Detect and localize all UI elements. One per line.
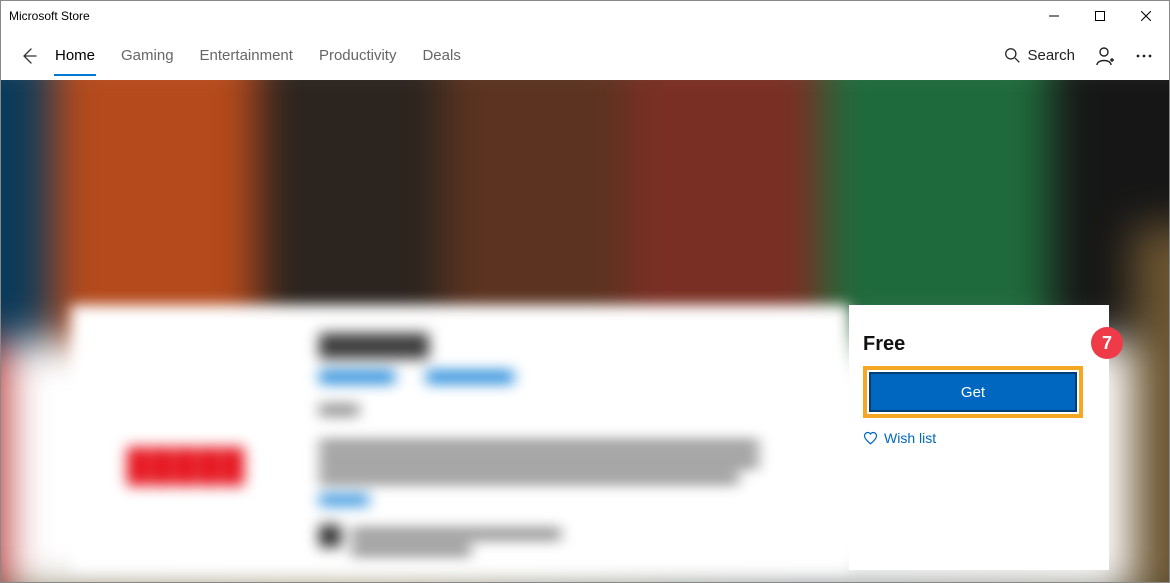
search-icon bbox=[1004, 47, 1021, 64]
app-logo: █████ bbox=[91, 425, 281, 505]
share-link-blurred bbox=[426, 371, 514, 383]
minimize-button[interactable] bbox=[1031, 1, 1077, 31]
get-button[interactable]: Get bbox=[869, 372, 1077, 412]
back-arrow-icon bbox=[19, 46, 39, 66]
step-badge: 7 bbox=[1091, 327, 1123, 359]
product-page: █████ Free Get bbox=[71, 305, 1109, 570]
blurred-text bbox=[319, 457, 759, 467]
blurred-text bbox=[351, 529, 561, 539]
purchase-panel: Free Get Wish list 7 bbox=[849, 305, 1109, 570]
more-button[interactable] bbox=[1135, 47, 1153, 65]
tab-deals[interactable]: Deals bbox=[422, 35, 460, 76]
search-button[interactable]: Search bbox=[1004, 47, 1075, 64]
app-title-blurred bbox=[319, 333, 429, 359]
window-controls bbox=[1031, 1, 1169, 31]
toolbar-right: Search bbox=[1004, 46, 1159, 66]
search-label: Search bbox=[1027, 47, 1075, 64]
wishlist-label: Wish list bbox=[884, 430, 936, 446]
blurred-text bbox=[319, 495, 369, 505]
tab-productivity[interactable]: Productivity bbox=[319, 35, 397, 76]
app-window: Microsoft Store Home Gaming Entertainmen… bbox=[0, 0, 1170, 583]
heart-icon bbox=[863, 431, 878, 446]
title-bar: Microsoft Store bbox=[1, 1, 1169, 31]
blurred-text bbox=[351, 545, 471, 555]
wishlist-link[interactable]: Wish list bbox=[863, 430, 1083, 446]
blurred-text bbox=[319, 473, 739, 483]
product-main-blurred: █████ bbox=[71, 305, 849, 570]
tab-gaming[interactable]: Gaming bbox=[121, 35, 174, 76]
price-label: Free bbox=[863, 333, 1083, 356]
command-bar: Home Gaming Entertainment Productivity D… bbox=[1, 31, 1169, 80]
nav-tabs: Home Gaming Entertainment Productivity D… bbox=[55, 35, 461, 76]
tab-home[interactable]: Home bbox=[55, 35, 95, 76]
close-button[interactable] bbox=[1123, 1, 1169, 31]
blurred-text bbox=[319, 405, 359, 415]
hero-area: █████ Free Get bbox=[1, 80, 1169, 582]
maximize-button[interactable] bbox=[1077, 1, 1123, 31]
person-icon bbox=[1095, 46, 1115, 66]
rating-icon-blurred bbox=[319, 525, 341, 547]
ellipsis-icon bbox=[1135, 47, 1153, 65]
publisher-link-blurred bbox=[319, 371, 395, 383]
window-title: Microsoft Store bbox=[9, 9, 90, 23]
back-button[interactable] bbox=[11, 38, 47, 74]
blurred-text bbox=[319, 441, 759, 451]
tab-entertainment[interactable]: Entertainment bbox=[200, 35, 293, 76]
account-button[interactable] bbox=[1095, 46, 1115, 66]
step-highlight-box: Get bbox=[863, 366, 1083, 418]
